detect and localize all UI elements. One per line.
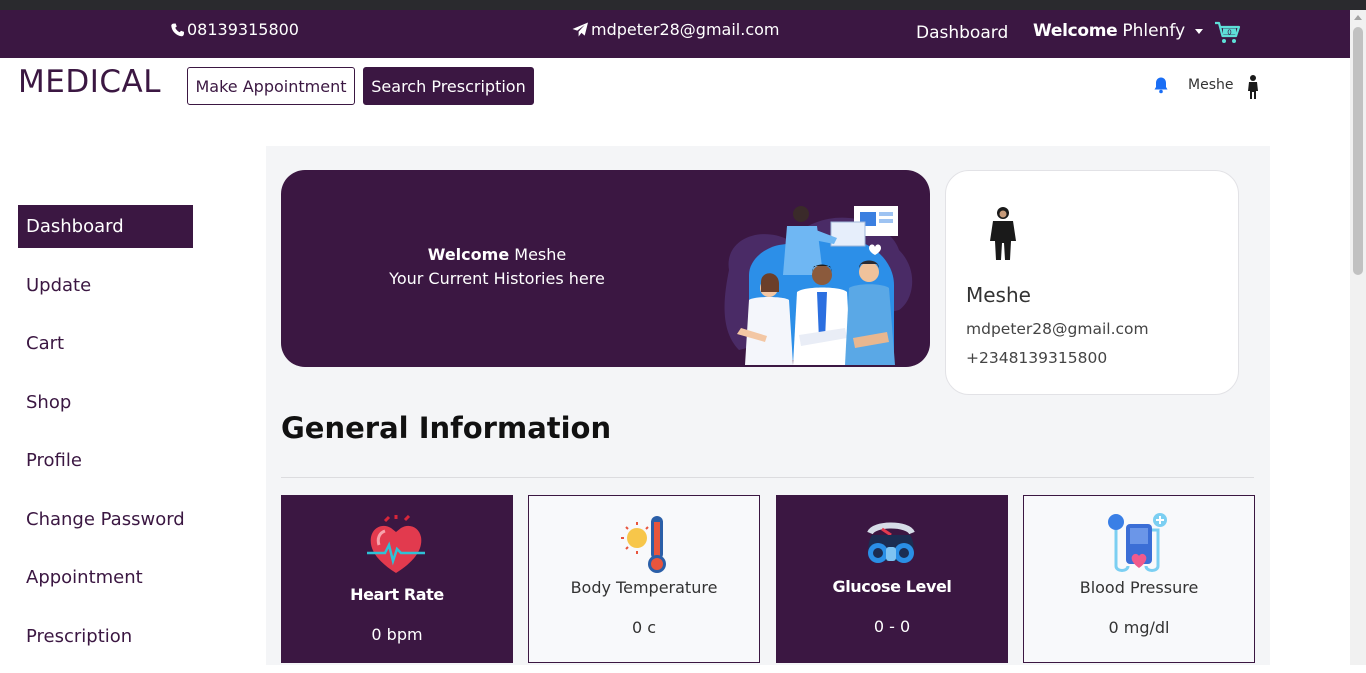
sidebar-item-dashboard[interactable]: Dashboard — [18, 205, 193, 248]
stat-label: Body Temperature — [570, 578, 718, 597]
thermometer-icon — [621, 516, 666, 573]
heart-icon — [367, 515, 425, 573]
banner-welcome-label: Welcome — [427, 245, 510, 264]
welcome-banner: Welcome Meshe Your Current Histories her… — [281, 170, 930, 367]
sidebar-item-update[interactable]: Update — [18, 264, 193, 307]
paper-plane-icon — [572, 22, 588, 37]
scroll-up-arrow-icon[interactable] — [1354, 15, 1362, 20]
sidebar-item-profile[interactable]: Profile — [18, 439, 193, 482]
profile-name: Meshe — [966, 283, 1031, 307]
email-contact[interactable]: mdpeter28@gmail.com — [572, 20, 780, 39]
search-prescription-button[interactable]: Search Prescription — [363, 67, 534, 105]
sidebar-item-prescription[interactable]: Prescription — [18, 615, 193, 658]
avatar — [990, 207, 1016, 260]
scrollbar-thumb[interactable] — [1353, 27, 1363, 275]
email-address: mdpeter28@gmail.com — [591, 20, 780, 39]
chevron-down-icon — [1195, 29, 1204, 34]
stat-card-glucose-level[interactable]: Glucose Level 0 - 0 — [776, 495, 1008, 663]
stat-value: 0 bpm — [371, 625, 423, 644]
profile-phone: +2348139315800 — [966, 349, 1108, 367]
stat-card-blood-pressure[interactable]: Blood Pressure 0 mg/dl — [1023, 495, 1255, 663]
phone-number: 08139315800 — [187, 20, 299, 39]
medical-team-illustration — [724, 206, 913, 365]
bell-icon[interactable] — [1152, 76, 1170, 94]
phone-icon — [171, 22, 185, 36]
banner-subtitle: Your Current Histories here — [389, 269, 605, 288]
brand-logo[interactable]: MEDICAL — [18, 64, 161, 100]
sidebar-item-cart[interactable]: Cart — [18, 322, 193, 365]
vertical-scrollbar[interactable] — [1350, 10, 1366, 665]
header-username[interactable]: Meshe — [1188, 77, 1233, 93]
section-title: General Information — [281, 411, 612, 445]
make-appointment-button[interactable]: Make Appointment — [187, 67, 355, 105]
nav-dashboard-link[interactable]: Dashboard — [916, 23, 1008, 43]
glucose-meter-icon — [867, 522, 915, 563]
sidebar-item-appointment[interactable]: Appointment — [18, 556, 193, 599]
avatar[interactable] — [1246, 74, 1260, 100]
welcome-username: Phlenfy — [1122, 21, 1186, 41]
stat-card-body-temperature[interactable]: Body Temperature 0 c — [528, 495, 760, 663]
cart-icon[interactable]: 0 — [1214, 20, 1242, 46]
phone-contact[interactable]: 08139315800 — [170, 20, 299, 39]
main-content: Welcome Meshe Your Current Histories her… — [266, 146, 1270, 665]
sidebar-nav: Dashboard Update Cart Shop Profile Chang… — [18, 205, 193, 673]
stat-card-heart-rate[interactable]: Heart Rate 0 bpm — [281, 495, 513, 663]
browser-top-edge — [0, 0, 1366, 10]
blood-pressure-icon — [1108, 513, 1167, 572]
user-menu-dropdown[interactable]: Welcome Phlenfy — [1033, 21, 1204, 41]
sidebar-item-change-password[interactable]: Change Password — [18, 498, 193, 541]
sidebar-item-shop[interactable]: Shop — [18, 381, 193, 424]
stat-value: 0 mg/dl — [1108, 618, 1170, 637]
welcome-label: Welcome — [1033, 21, 1118, 41]
stat-value: 0 - 0 — [873, 617, 911, 636]
top-contact-bar: 08139315800 mdpeter28@gmail.com Dashboar… — [0, 10, 1350, 58]
profile-card: Meshe mdpeter28@gmail.com +2348139315800 — [945, 170, 1239, 395]
profile-email: mdpeter28@gmail.com — [966, 320, 1149, 338]
stat-label: Blood Pressure — [1079, 578, 1199, 597]
stat-label: Glucose Level — [832, 577, 952, 596]
svg-text:0: 0 — [1227, 29, 1231, 37]
stat-value: 0 c — [631, 618, 657, 637]
banner-welcome: Welcome Meshe — [281, 245, 713, 264]
stat-label: Heart Rate — [350, 585, 444, 604]
section-divider — [281, 477, 1254, 478]
banner-welcome-name: Meshe — [514, 245, 567, 264]
